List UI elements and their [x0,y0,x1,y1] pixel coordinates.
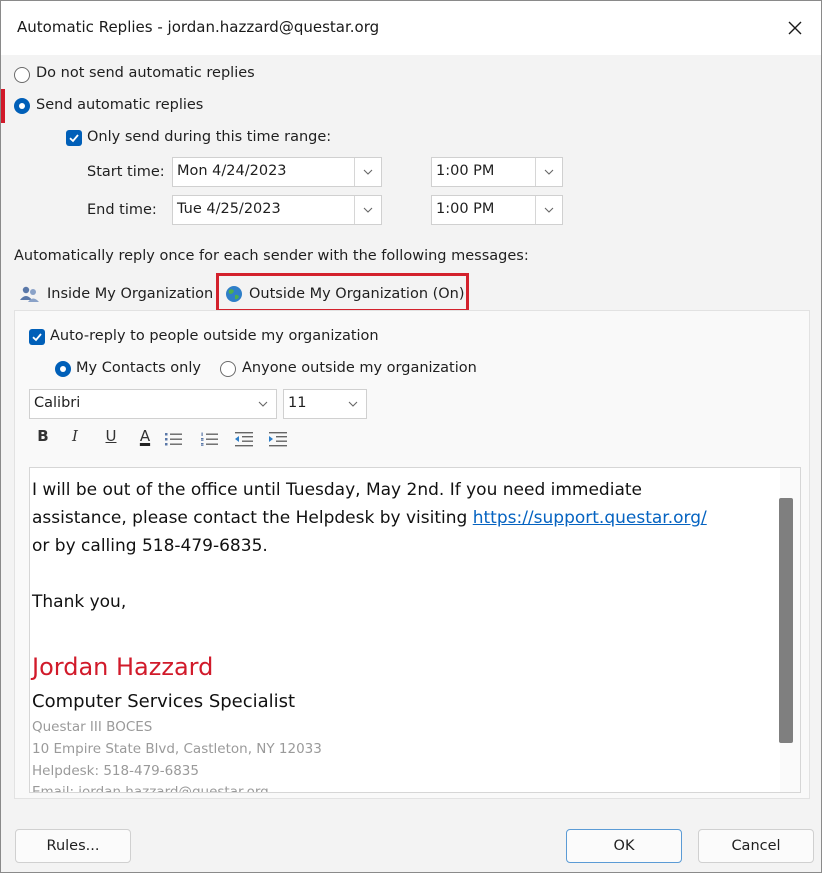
do-not-send-label[interactable]: Do not send automatic replies [36,65,255,81]
end-date-picker[interactable]: Tue 4/25/2023 [172,195,382,225]
do-not-send-radio[interactable] [14,67,30,83]
window-title: Automatic Replies - jordan.hazzard@quest… [17,18,380,36]
start-time-label: Start time: [87,164,165,180]
instruction-text: Automatically reply once for each sender… [14,248,529,264]
numbered-list-icon [201,432,218,446]
send-replies-label[interactable]: Send automatic replies [36,97,203,113]
font-color-button[interactable]: A [135,427,155,445]
end-time-label: End time: [87,202,157,218]
increase-indent-icon [269,432,287,447]
tab-inside-organization[interactable]: Inside My Organization [19,279,213,309]
ok-button[interactable]: OK [566,829,682,863]
font-family-value: Calibri [34,395,81,411]
selection-indicator [1,89,5,123]
underline-button[interactable]: U [101,427,121,445]
close-button[interactable] [775,9,815,47]
signature-title: Computer Services Specialist [32,691,296,712]
end-time-dropdown[interactable] [535,196,562,224]
start-time-value: 1:00 PM [436,163,495,179]
italic-button[interactable]: I [65,427,85,445]
message-line-1: I will be out of the office until Tuesda… [32,480,642,500]
message-line-2-text: assistance, please contact the Helpdesk … [32,508,473,528]
start-date-value: Mon 4/24/2023 [177,163,287,179]
chevron-down-icon [363,207,373,213]
start-time-picker[interactable]: 1:00 PM [431,157,563,187]
cancel-button[interactable]: Cancel [698,829,814,863]
chevron-down-icon [348,401,358,407]
close-icon [788,21,802,35]
checkmark-icon [32,333,42,342]
anyone-outside-label[interactable]: Anyone outside my organization [242,360,477,376]
bold-button[interactable]: B [33,427,53,445]
start-date-picker[interactable]: Mon 4/24/2023 [172,157,382,187]
signature-name: Jordan Hazzard [32,653,214,681]
numbering-button[interactable] [200,431,220,451]
decrease-indent-button[interactable] [234,431,254,451]
end-time-picker[interactable]: 1:00 PM [431,195,563,225]
chevron-down-icon [544,207,554,213]
tab-inside-label: Inside My Organization [47,286,214,302]
chevron-down-icon [363,169,373,175]
chevron-down-icon [258,401,268,407]
increase-indent-button[interactable] [268,431,288,451]
message-editor[interactable]: I will be out of the office until Tuesda… [29,467,801,793]
auto-reply-outside-checkbox[interactable] [29,329,45,345]
end-date-dropdown[interactable] [354,196,381,224]
contacts-only-radio[interactable] [55,361,71,377]
rules-button[interactable]: Rules... [15,829,131,863]
editor-scrollbar-thumb[interactable] [779,498,793,743]
bullet-list-icon [165,433,182,446]
send-replies-radio[interactable] [14,98,30,114]
contacts-only-label[interactable]: My Contacts only [76,360,201,376]
font-size-value: 11 [288,395,307,411]
message-closing: Thank you, [32,592,127,612]
decrease-indent-icon [235,432,253,447]
anyone-outside-radio[interactable] [220,361,236,377]
time-range-label[interactable]: Only send during this time range: [87,129,331,145]
title-bar: Automatic Replies - jordan.hazzard@quest… [1,1,821,55]
signature-org: Questar III BOCES [32,719,153,735]
end-time-value: 1:00 PM [436,201,495,217]
font-family-select[interactable]: Calibri [29,389,277,419]
signature-email: Email: jordan.hazzard@questar.org [32,784,269,793]
message-line-3: or by calling 518-479-6835. [32,536,268,556]
font-size-dropdown[interactable] [340,390,366,418]
tab-highlight-box [216,273,469,312]
support-link[interactable]: https://support.questar.org/ [473,508,707,528]
start-date-dropdown[interactable] [354,158,381,186]
time-range-checkbox[interactable] [66,130,82,146]
auto-reply-outside-label[interactable]: Auto-reply to people outside my organiza… [50,328,379,344]
people-icon [19,285,41,303]
start-time-dropdown[interactable] [535,158,562,186]
font-size-select[interactable]: 11 [283,389,367,419]
font-family-dropdown[interactable] [250,390,276,418]
automatic-replies-dialog: Automatic Replies - jordan.hazzard@quest… [0,0,822,873]
bullets-button[interactable] [164,431,184,451]
chevron-down-icon [544,169,554,175]
message-line-2: assistance, please contact the Helpdesk … [32,508,707,528]
signature-address: 10 Empire State Blvd, Castleton, NY 1203… [32,741,322,757]
signature-helpdesk: Helpdesk: 518-479-6835 [32,763,199,779]
checkmark-icon [69,134,79,143]
end-date-value: Tue 4/25/2023 [177,201,281,217]
